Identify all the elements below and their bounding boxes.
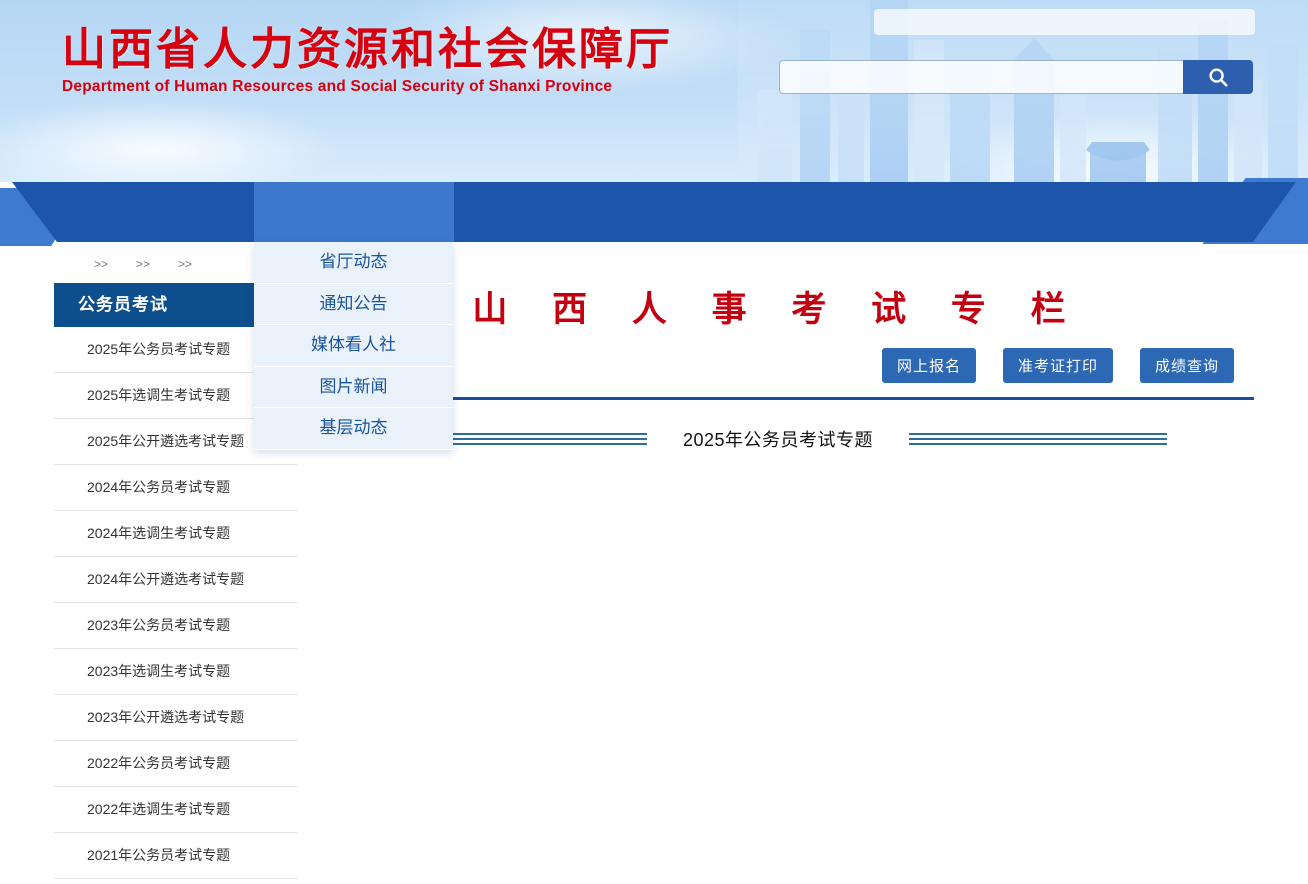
news-row: [360, 849, 1254, 884]
dropdown-menu-item[interactable]: 图片新闻: [254, 367, 453, 409]
news-row: [360, 639, 1254, 674]
search-button[interactable]: [1183, 60, 1253, 94]
news-row: [360, 604, 1254, 639]
main-navigation: [0, 182, 1308, 242]
news-row: [360, 814, 1254, 849]
sidebar-item[interactable]: 2023年公务员考试专题: [54, 603, 297, 649]
content-area: 公务员考试 2025年公务员考试专题2025年选调生考试专题2025年公开遴选考…: [54, 242, 1254, 884]
nav-item[interactable]: [254, 182, 454, 242]
nav-item[interactable]: [854, 182, 1054, 242]
search-icon: [1207, 66, 1229, 88]
news-row: [360, 534, 1254, 569]
breadcrumb: [54, 242, 1254, 279]
site-logo[interactable]: 山西省人力资源和社会保障厅 Department of Human Resour…: [62, 26, 673, 96]
search-input[interactable]: [779, 60, 1183, 94]
site-subtitle: Department of Human Resources and Social…: [62, 78, 673, 96]
dropdown-menu-item[interactable]: 通知公告: [254, 284, 453, 326]
site-header: 山西省人力资源和社会保障厅 Department of Human Resour…: [0, 0, 1308, 182]
news-row: [360, 744, 1254, 779]
news-row: [360, 464, 1254, 499]
breadcrumb-link[interactable]: [80, 256, 122, 271]
nav-item[interactable]: [654, 182, 854, 242]
news-row: [360, 674, 1254, 709]
nav-item[interactable]: [454, 182, 654, 242]
sidebar-item[interactable]: 2024年选调生考试专题: [54, 511, 297, 557]
nav-dropdown-menu: 省厅动态通知公告媒体看人社图片新闻基层动态: [254, 242, 453, 450]
news-row: [360, 779, 1254, 814]
sidebar-item[interactable]: 2024年公开遴选考试专题: [54, 557, 297, 603]
site-title: 山西省人力资源和社会保障厅: [62, 26, 673, 74]
sidebar-item[interactable]: 2023年选调生考试专题: [54, 649, 297, 695]
sidebar-item[interactable]: 2021年公务员考试专题: [54, 833, 297, 879]
news-row: [360, 569, 1254, 604]
breadcrumb-link[interactable]: [164, 256, 206, 271]
action-button[interactable]: 准考证打印: [1003, 348, 1113, 383]
dropdown-menu-item[interactable]: 省厅动态: [254, 242, 453, 284]
weather-ticker: [874, 9, 1255, 35]
nav-bar: [0, 182, 1308, 242]
decorative-lines-right: [909, 433, 1167, 445]
nav-item[interactable]: [54, 182, 254, 242]
sidebar-item[interactable]: 2022年选调生考试专题: [54, 787, 297, 833]
sidebar-item[interactable]: 2023年公开遴选考试专题: [54, 695, 297, 741]
sidebar-item[interactable]: 2022年公务员考试专题: [54, 741, 297, 787]
search-bar: [779, 60, 1253, 94]
action-button[interactable]: 成绩查询: [1140, 348, 1234, 383]
section-title: 2025年公务员考试专题: [683, 426, 873, 452]
page: 山西省人力资源和社会保障厅 Department of Human Resour…: [0, 0, 1308, 884]
news-row: [360, 709, 1254, 744]
dropdown-menu-item[interactable]: 媒体看人社: [254, 325, 453, 367]
sidebar-item[interactable]: 2024年公务员考试专题: [54, 465, 297, 511]
dropdown-menu-item[interactable]: 基层动态: [254, 408, 453, 450]
nav-item[interactable]: [1054, 182, 1254, 242]
breadcrumb-link[interactable]: [122, 256, 164, 271]
news-list: [302, 464, 1254, 884]
action-button[interactable]: 网上报名: [882, 348, 976, 383]
news-row: [360, 499, 1254, 534]
